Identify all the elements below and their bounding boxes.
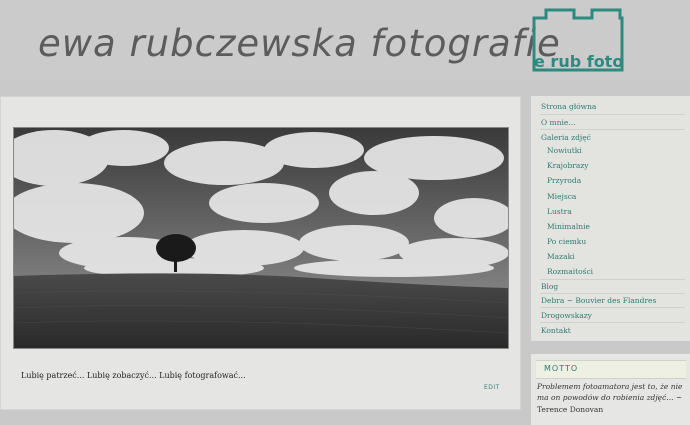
- motto-quote: Problemem fotoamatora jest to, że nie ma…: [537, 382, 683, 402]
- nav-divider: [540, 114, 685, 115]
- nav-item-drogowskazy[interactable]: Drogowskazy: [541, 311, 592, 320]
- nav-item-o-mnie[interactable]: O mnie...: [541, 118, 575, 127]
- nav-item-debra[interactable]: Debra ~ Bouvier des Flandres: [541, 296, 656, 305]
- nav-divider: [540, 279, 685, 280]
- site-title[interactable]: ewa rubczewska fotografie: [38, 22, 561, 65]
- nav-subitem-przyroda[interactable]: Przyroda: [547, 176, 581, 185]
- nav-divider: [540, 293, 685, 294]
- nav-subitem-lustra[interactable]: Lustra: [547, 207, 572, 216]
- tagline: Lubię patrzeć... Lubię zobaczyć... Lubię…: [21, 371, 246, 380]
- nav-subitem-mazaki[interactable]: Mazaki: [547, 252, 575, 261]
- logo-text[interactable]: e rub foto: [534, 52, 623, 71]
- nav-subitem-nowiutki[interactable]: Nowiutki: [547, 146, 582, 155]
- nav-subitem-rozmaitosci[interactable]: Rozmaitości: [547, 267, 593, 276]
- nav-subitem-miejsca[interactable]: Miejsca: [547, 192, 576, 201]
- motto-title: MOTTO: [544, 364, 579, 373]
- nav-item-strona-glowna[interactable]: Strona główna: [541, 102, 596, 111]
- nav-item-blog[interactable]: Blog: [541, 282, 558, 291]
- nav-divider: [540, 307, 685, 308]
- nav-item-galeria[interactable]: Galeria zdjęć: [541, 133, 591, 142]
- nav-subitem-po-ciemku[interactable]: Po ciemku: [547, 237, 586, 246]
- nav-subitem-minimalnie[interactable]: Minimalnie: [547, 222, 590, 231]
- edit-link[interactable]: EDIT: [484, 384, 500, 391]
- nav-divider: [540, 322, 685, 323]
- nav-divider: [540, 129, 685, 130]
- landscape-photo: [13, 127, 509, 349]
- motto-author: Terence Donovan: [537, 405, 604, 414]
- nav-item-kontakt[interactable]: Kontakt: [541, 326, 571, 335]
- nav-subitem-krajobrazy[interactable]: Krajobrazy: [547, 161, 589, 170]
- main-content: Lubię patrzeć... Lubię zobaczyć... Lubię…: [0, 96, 521, 410]
